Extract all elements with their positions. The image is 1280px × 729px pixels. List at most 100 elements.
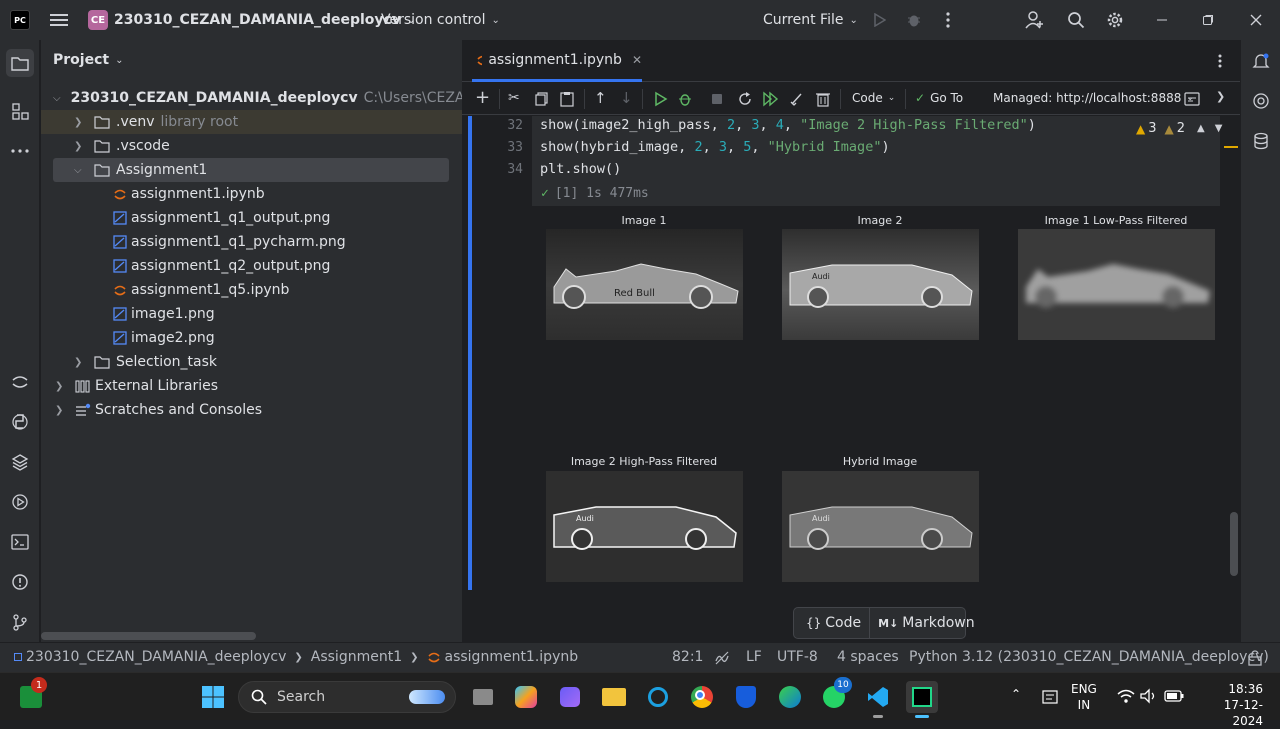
- cell-type-dropdown[interactable]: Code ⌄: [852, 91, 895, 105]
- battery-icon[interactable]: [1164, 689, 1184, 703]
- tree-item-q1-output-png[interactable]: assignment1_q1_output.png: [113, 206, 330, 230]
- cut-icon[interactable]: ✂: [508, 90, 520, 106]
- pycharm-taskbar-icon[interactable]: [906, 681, 938, 718]
- tree-root[interactable]: ⌵ 230310_CEZAN_DAMANIA_deeploycv C:\User…: [53, 86, 512, 110]
- search-icon[interactable]: [1066, 10, 1086, 30]
- input-language[interactable]: ENG IN: [1071, 681, 1097, 713]
- chrome-icon[interactable]: [688, 683, 716, 711]
- more-vertical-icon[interactable]: [940, 10, 956, 30]
- bitwarden-icon[interactable]: [732, 683, 760, 711]
- close-tab-icon[interactable]: ✕: [632, 53, 642, 67]
- variables-view-icon[interactable]: [1184, 92, 1200, 106]
- goto-button[interactable]: ✓ Go To: [915, 91, 963, 105]
- tab-assignment1-ipynb[interactable]: assignment1.ipynb ✕: [472, 40, 642, 82]
- breadcrumb-project[interactable]: 230310_CEZAN_DAMANIA_deeploycv: [26, 649, 286, 665]
- add-user-icon[interactable]: [1025, 10, 1045, 30]
- ai-assistant-icon[interactable]: [1249, 89, 1273, 113]
- tree-item-q5-ipynb[interactable]: assignment1_q5.ipynb: [113, 278, 289, 302]
- show-hidden-icons[interactable]: ⌃: [1011, 687, 1021, 701]
- tree-item-q2-output-png[interactable]: assignment1_q2_output.png: [113, 254, 330, 278]
- clear-outputs-icon[interactable]: [789, 91, 805, 107]
- tree-item-vscode[interactable]: ❯ .vscode: [74, 134, 170, 158]
- tree-item-venv[interactable]: ❯ .venv library root: [41, 110, 462, 134]
- store-app-icon[interactable]: 1: [17, 677, 47, 711]
- move-up-icon[interactable]: ↑: [594, 89, 607, 107]
- horizontal-scrollbar[interactable]: [41, 632, 256, 640]
- edge-icon[interactable]: [776, 683, 804, 711]
- language-bar-icon[interactable]: [1042, 689, 1058, 705]
- tree-item-assignment1[interactable]: ⌵ Assignment1: [53, 158, 449, 182]
- more-vertical-icon[interactable]: [1212, 53, 1228, 69]
- main-menu-icon[interactable]: [48, 10, 70, 30]
- tree-item-image2-png[interactable]: image2.png: [113, 326, 215, 350]
- python-console-icon[interactable]: [8, 410, 32, 434]
- run-config-selector[interactable]: Current File ⌄: [763, 10, 858, 30]
- stop-icon[interactable]: [711, 93, 723, 105]
- tree-item-selection-task[interactable]: ❯ Selection_task: [74, 350, 217, 374]
- breadcrumb-folder[interactable]: Assignment1: [311, 649, 402, 665]
- vscode-icon[interactable]: [864, 683, 892, 718]
- tree-item-q1-pycharm-png[interactable]: assignment1_q1_pycharm.png: [113, 230, 346, 254]
- minimize-icon[interactable]: [1152, 10, 1172, 30]
- project-panel-header[interactable]: Project ⌄: [53, 52, 123, 68]
- move-down-icon[interactable]: ↓: [620, 89, 633, 107]
- close-window-icon[interactable]: [1246, 10, 1266, 30]
- clipchamp-icon[interactable]: [556, 683, 584, 711]
- services-run-icon[interactable]: [8, 490, 32, 514]
- lock-icon[interactable]: [1248, 650, 1262, 666]
- chevron-right-icon[interactable]: ❯: [1216, 90, 1225, 103]
- tree-item-assignment1-ipynb[interactable]: assignment1.ipynb: [113, 182, 265, 206]
- add-markdown-cell-button[interactable]: M↓ Markdown: [870, 608, 982, 638]
- delete-cell-icon[interactable]: [816, 91, 830, 107]
- file-encoding[interactable]: UTF-8: [777, 649, 818, 665]
- restart-kernel-icon[interactable]: [737, 91, 753, 107]
- taskbar-search-box[interactable]: Search: [238, 681, 456, 713]
- task-view-icon[interactable]: [469, 683, 497, 711]
- wifi-icon[interactable]: [1117, 688, 1135, 704]
- settings-gear-icon[interactable]: [1105, 10, 1125, 30]
- chevron-up-icon[interactable]: ▲: [1197, 123, 1205, 134]
- project-switcher[interactable]: CE 230310_CEZAN_DAMANIA_deeploycv ⌄: [88, 10, 415, 30]
- breadcrumb-file[interactable]: assignment1.ipynb: [445, 649, 579, 665]
- more-horizontal-icon[interactable]: [8, 139, 32, 163]
- jupyter-icon[interactable]: [8, 370, 32, 394]
- layers-icon[interactable]: [8, 450, 32, 474]
- windows-start-icon[interactable]: [199, 683, 227, 711]
- indentation[interactable]: 4 spaces: [837, 649, 899, 665]
- no-highlight-icon[interactable]: [714, 651, 730, 665]
- run-cell-icon[interactable]: [653, 91, 669, 107]
- whatsapp-icon[interactable]: 10: [820, 677, 852, 711]
- version-control-menu[interactable]: Version control ⌄: [381, 10, 500, 30]
- paste-icon[interactable]: [560, 91, 574, 107]
- run-icon[interactable]: [872, 12, 888, 28]
- problems-icon[interactable]: [8, 570, 32, 594]
- database-icon[interactable]: [1249, 129, 1273, 153]
- debug-cell-icon[interactable]: [677, 91, 693, 107]
- copilot-icon[interactable]: [512, 683, 540, 711]
- git-branch-icon[interactable]: [8, 610, 32, 634]
- tree-item-image1-png[interactable]: image1.png: [113, 302, 215, 326]
- tree-item-external-libraries[interactable]: ❯ External Libraries: [55, 374, 218, 398]
- maximize-icon[interactable]: [1198, 10, 1218, 30]
- python-interpreter[interactable]: Python 3.12 (230310_CEZAN_DAMANIA_deeplo…: [909, 649, 1269, 665]
- line-separator[interactable]: LF: [746, 649, 762, 665]
- tree-item-scratches[interactable]: ❯ Scratches and Consoles: [55, 398, 262, 422]
- notifications-bell-icon[interactable]: [1249, 49, 1273, 73]
- vertical-scrollbar[interactable]: [1230, 512, 1238, 576]
- structure-icon[interactable]: [8, 99, 32, 123]
- caret-position[interactable]: 82:1: [672, 649, 703, 665]
- file-explorer-icon[interactable]: [600, 683, 628, 711]
- add-cell-icon[interactable]: +: [475, 89, 490, 107]
- chevron-down-icon[interactable]: ▼: [1215, 123, 1223, 134]
- volume-icon[interactable]: [1140, 688, 1158, 704]
- cortana-icon[interactable]: [644, 683, 672, 711]
- jupyter-server-selector[interactable]: Managed: http://localhost:8888 ⌄: [993, 91, 1194, 105]
- add-code-cell-button[interactable]: {} Code: [794, 608, 871, 638]
- run-all-icon[interactable]: [762, 91, 780, 107]
- clock[interactable]: 18:36 17-12-2024: [1195, 681, 1263, 729]
- inspection-widget[interactable]: ▲ 3 ▲ 2 ▲ ▼: [1136, 121, 1222, 136]
- project-folder-icon[interactable]: [6, 49, 34, 77]
- debug-icon[interactable]: [905, 11, 923, 29]
- copy-icon[interactable]: [535, 92, 549, 106]
- code-lines[interactable]: show(image2_high_pass, 2, 3, 4, "Image 2…: [540, 117, 1100, 183]
